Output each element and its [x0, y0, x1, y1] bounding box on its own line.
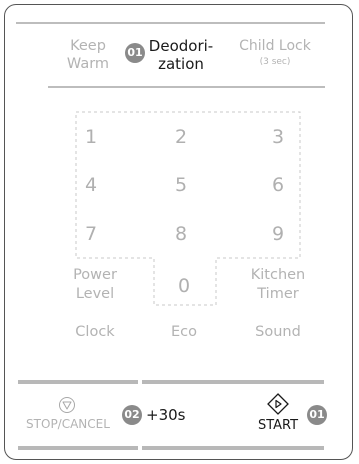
digit-7-button[interactable]: 7 [71, 223, 111, 245]
start-badge: 01 [307, 405, 327, 425]
digit-2-button[interactable]: 2 [161, 126, 201, 148]
bottom-row-bottom-bar-left [18, 446, 138, 450]
bottom-row-top-bar-right [142, 380, 324, 384]
power-level-button[interactable]: Power Level [60, 266, 130, 304]
eco-button[interactable]: Eco [149, 324, 219, 340]
kitchen-timer-button[interactable]: Kitchen Timer [238, 266, 318, 304]
stop-cancel-label: STOP/CANCEL [26, 417, 110, 431]
power-level-label-line1: Power [73, 267, 117, 283]
stop-cancel-button[interactable]: STOP/CANCEL [14, 394, 118, 438]
start-icon [267, 393, 289, 415]
bottom-row-top-bar-left [18, 380, 138, 384]
clock-button[interactable]: Clock [60, 324, 130, 340]
kitchen-timer-label-line2: Timer [257, 286, 299, 302]
bottom-row-bottom-bar-right [142, 446, 324, 450]
digit-4-button[interactable]: 4 [71, 174, 111, 196]
sound-button[interactable]: Sound [243, 324, 313, 340]
digit-5-button[interactable]: 5 [161, 174, 201, 196]
plus30-badge: 02 [122, 405, 142, 425]
digit-8-button[interactable]: 8 [161, 223, 201, 245]
kitchen-timer-label-line1: Kitchen [250, 267, 306, 283]
power-level-label-line2: Level [75, 286, 115, 302]
start-button[interactable]: START [248, 392, 308, 438]
digit-3-button[interactable]: 3 [258, 126, 298, 148]
plus30-button[interactable]: +30s [146, 405, 185, 425]
start-label: START [257, 418, 299, 433]
digit-9-button[interactable]: 9 [258, 223, 298, 245]
stop-icon [59, 397, 75, 413]
digit-0-button[interactable]: 0 [164, 275, 204, 297]
digit-6-button[interactable]: 6 [258, 174, 298, 196]
digit-1-button[interactable]: 1 [71, 126, 111, 148]
